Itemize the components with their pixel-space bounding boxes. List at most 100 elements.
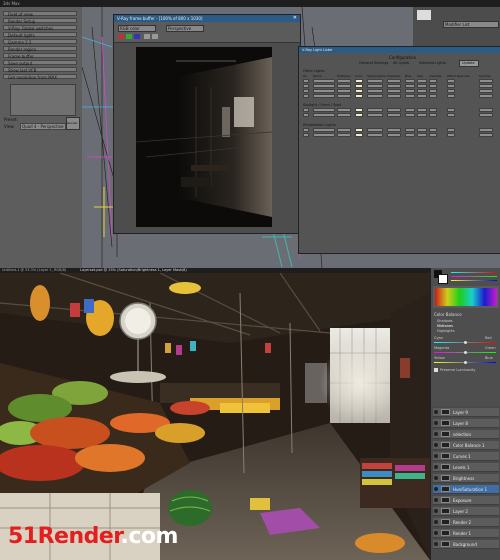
light-cell[interactable] [417,94,427,98]
modifier-list[interactable]: Modifier List [443,21,499,28]
update-button[interactable]: Update [459,60,479,67]
eye-icon[interactable] [434,432,438,436]
light-cell[interactable] [355,128,363,132]
light-cell[interactable] [355,133,363,137]
light-cell[interactable] [417,89,427,93]
render-region-row[interactable]: Render region [3,46,77,52]
light-cell[interactable] [367,84,383,88]
light-cell[interactable] [387,108,401,112]
light-row[interactable] [303,113,497,117]
light-cell[interactable] [355,89,363,93]
view-select[interactable]: Quad 4 - Perspective [20,123,66,130]
viewport-select[interactable]: Perspective [166,25,204,32]
light-cell[interactable] [429,133,437,137]
light-row[interactable] [303,108,497,112]
tone-midtones[interactable]: Midtones [437,324,453,328]
light-cell[interactable] [405,128,415,132]
light-cell[interactable] [303,94,309,98]
light-cell[interactable] [447,79,455,83]
light-cell[interactable] [479,89,493,93]
light-row[interactable] [303,94,497,98]
light-cell[interactable] [303,79,309,83]
light-cell[interactable] [337,133,351,137]
light-cell[interactable] [405,79,415,83]
light-cell[interactable] [405,94,415,98]
light-cell[interactable] [479,113,493,117]
light-cell[interactable] [313,108,335,112]
light-cell[interactable] [417,133,427,137]
layer-row[interactable]: selection [433,430,499,439]
background-color-icon[interactable] [438,274,448,284]
light-cell[interactable] [313,89,335,93]
light-cell[interactable] [417,128,427,132]
light-cell[interactable] [337,84,351,88]
light-cell[interactable] [355,79,363,83]
layer-row[interactable]: Brightness [433,474,499,483]
light-cell[interactable] [387,89,401,93]
light-cell[interactable] [479,133,493,137]
light-cell[interactable] [337,128,351,132]
light-row[interactable] [303,133,497,137]
layer-row[interactable]: Levels 1 [433,463,499,472]
light-cell[interactable] [405,108,415,112]
save-icon[interactable] [144,34,150,39]
light-cell[interactable] [337,79,351,83]
light-cell[interactable] [337,113,351,117]
eye-icon[interactable] [434,509,438,513]
light-cell[interactable] [405,84,415,88]
layer-row[interactable]: Hue/Saturation 1 [433,485,499,494]
light-cell[interactable] [447,128,455,132]
mode-selected-lights[interactable]: Selected Lights [419,61,446,65]
light-cell[interactable] [447,94,455,98]
layer-row[interactable]: Curves 1 [433,452,499,461]
layer-row[interactable]: Layer 8 [433,419,499,428]
light-cell[interactable] [303,133,309,137]
light-cell[interactable] [447,108,455,112]
tone-highlights[interactable]: Highlights [437,329,455,333]
layer-row[interactable]: Color Balance 1 [433,441,499,450]
light-cell[interactable] [367,89,383,93]
light-cell[interactable] [355,108,363,112]
tone-shadows[interactable]: Shadows [437,319,453,323]
eye-icon[interactable] [434,520,438,524]
light-cell[interactable] [337,108,351,112]
light-cell[interactable] [417,84,427,88]
light-cell[interactable] [479,94,493,98]
field-of-view-row[interactable]: Field of view [3,11,77,17]
frame-buffer-row[interactable]: Frame buffer [3,53,77,59]
eye-icon[interactable] [434,410,438,414]
light-cell[interactable] [417,113,427,117]
channel-select[interactable]: RGB color [118,25,156,32]
light-cell[interactable] [387,133,401,137]
light-cell[interactable] [303,84,309,88]
tab-layerset[interactable]: Layerset.psd @ 25% (Saturation/Brightnes… [80,268,187,272]
layer-row[interactable]: Render 1 [433,529,499,538]
light-cell[interactable] [387,79,401,83]
light-cell[interactable] [429,128,437,132]
light-cell[interactable] [313,113,335,117]
get-resolution-row[interactable]: Get resolution from MAX [3,74,77,80]
color-slider-r[interactable] [451,272,497,273]
color-swatch[interactable] [417,10,431,20]
layer-row[interactable]: Layer 2 [433,507,499,516]
light-cell[interactable] [429,84,437,88]
light-cell[interactable] [429,113,437,117]
light-cell[interactable] [447,89,455,93]
light-cell[interactable] [417,79,427,83]
mode-general[interactable]: General Settings [359,61,388,65]
light-cell[interactable] [405,89,415,93]
color-slider-b[interactable] [451,280,497,281]
eye-icon[interactable] [434,443,438,447]
light-row[interactable] [303,79,497,83]
magenta-green-knob[interactable] [464,351,467,354]
layer-row[interactable]: Background [433,540,499,549]
light-cell[interactable] [479,108,493,112]
light-cell[interactable] [479,79,493,83]
yellow-blue-knob[interactable] [464,361,467,364]
layer-row[interactable]: Layer 9 [433,408,499,417]
color-slider-g[interactable] [451,276,497,277]
light-cell[interactable] [303,128,309,132]
light-cell[interactable] [405,133,415,137]
light-cell[interactable] [367,133,383,137]
mode-all-lights[interactable]: All Lights [393,61,409,65]
